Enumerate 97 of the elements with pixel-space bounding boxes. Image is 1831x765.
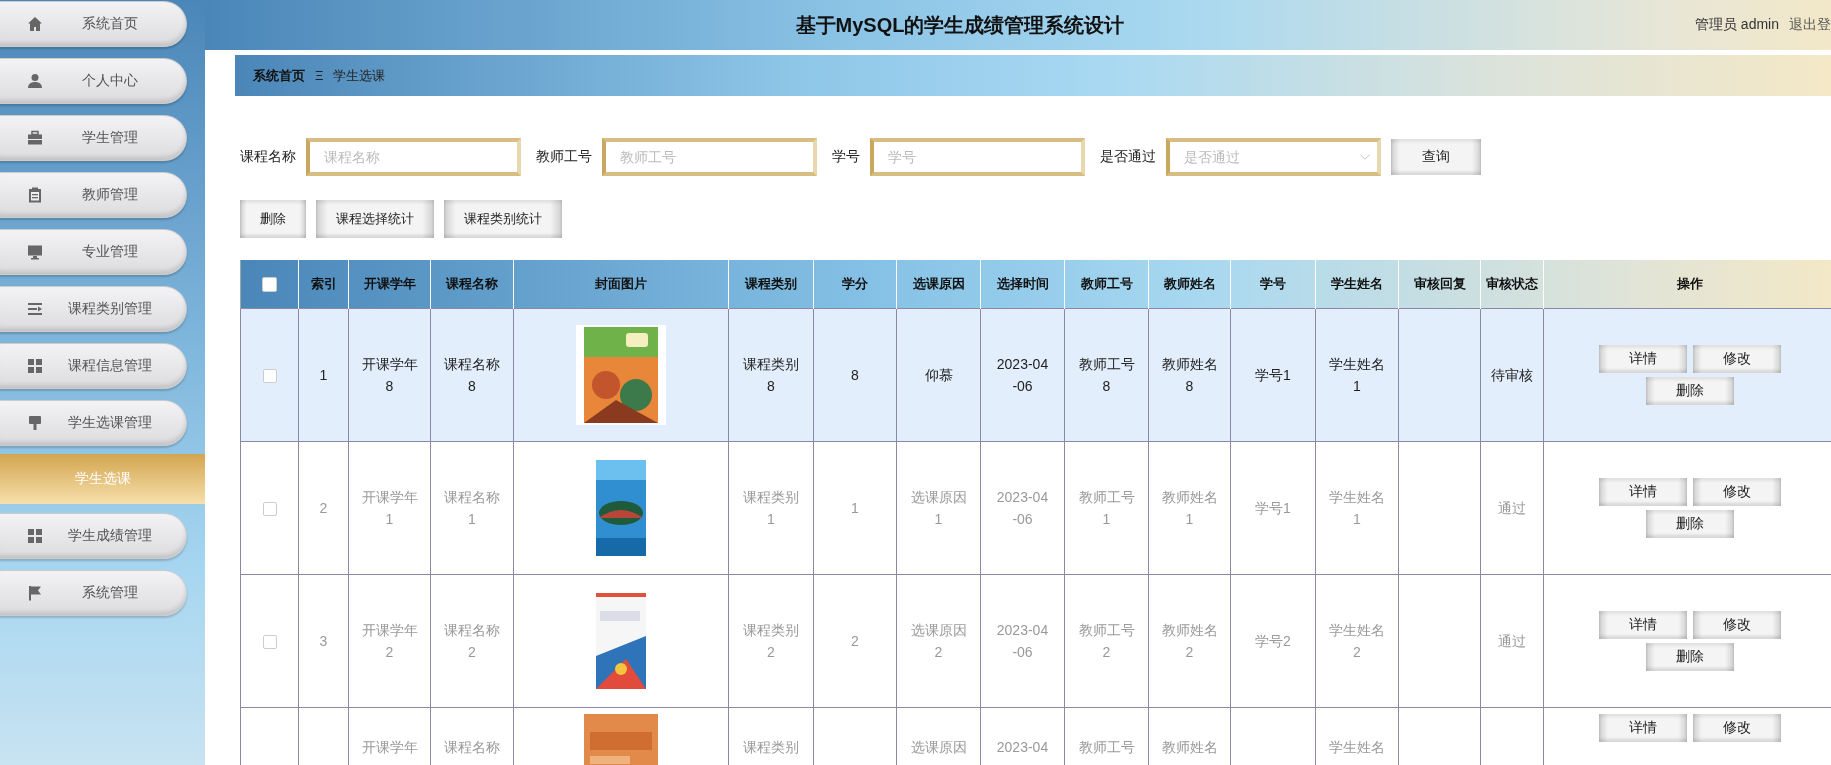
table-cell: 课程类别 1 — [743, 489, 799, 527]
delete-button[interactable]: 删除 — [1646, 643, 1734, 671]
details-button[interactable]: 详情 — [1599, 345, 1687, 373]
sidebar-menu-item[interactable]: 教师管理 — [0, 172, 187, 218]
table-cell: 2023-04 -06 — [996, 489, 1049, 527]
flag-icon — [27, 585, 43, 601]
table-cell: 课程名称 1 — [444, 489, 500, 527]
field-label: 教师工号 — [536, 148, 592, 166]
table-cell: 教师工号 8 — [1078, 356, 1135, 394]
sidebar-menu-item[interactable]: 课程信息管理 — [0, 343, 187, 389]
checkbox[interactable] — [262, 635, 277, 650]
breadcrumb-item[interactable]: 系统首页 — [253, 66, 305, 85]
table-cell: 开课学年 8 — [361, 356, 418, 394]
search-button[interactable]: 查询 — [1391, 139, 1481, 175]
table-cell: 学号2 — [1255, 633, 1291, 649]
table-cell: 教师工号 1 — [1078, 489, 1135, 527]
table-cell: 仰慕 — [924, 367, 953, 383]
clipboard-icon — [27, 187, 43, 203]
table-cell: 8 — [851, 367, 859, 383]
status-text: 通过 — [1498, 633, 1526, 649]
sidebar-menu-item[interactable]: 学生成绩管理 — [0, 513, 187, 559]
table-cell: 课程名称 2 — [444, 622, 500, 660]
sidebar-menu-item[interactable]: 系统首页 — [0, 1, 187, 47]
table-cell: 课程类别 — [743, 739, 799, 755]
sidebar-menu-item[interactable]: 专业管理 — [0, 229, 187, 275]
brush-icon — [27, 415, 43, 431]
sidebar-menu-item[interactable]: 系统管理 — [0, 570, 187, 616]
table-cell: 教师工号 — [1078, 739, 1135, 755]
details-button[interactable]: 详情 — [1599, 714, 1687, 742]
table-cell: 学生姓名 1 — [1329, 356, 1385, 394]
briefcase-icon — [27, 130, 43, 146]
table-cell: 选课原因 — [910, 739, 967, 755]
status-text: 待审核 — [1491, 367, 1533, 383]
status-text: 通过 — [1498, 500, 1526, 516]
select-field[interactable]: 是否通过 — [1166, 138, 1381, 176]
table-cell: 教师姓名 2 — [1161, 622, 1218, 660]
table-cell: 2 — [319, 500, 328, 516]
field-label: 学号 — [832, 148, 860, 166]
table-cell: 课程名称 — [444, 739, 500, 755]
sidebar-menu-item[interactable]: 个人中心 — [0, 58, 187, 104]
edit-button[interactable]: 修改 — [1693, 478, 1781, 506]
checkbox[interactable] — [262, 277, 277, 293]
table-cell: 1 — [851, 500, 859, 516]
table-cell: 选课原因 2 — [910, 622, 967, 660]
table-cell: 开课学年 — [361, 739, 418, 755]
table-cell: 3 — [319, 633, 328, 649]
checkbox[interactable] — [262, 502, 277, 517]
table-cell: 2023-04 — [996, 739, 1049, 755]
table-cell: 学生姓名 1 — [1329, 489, 1385, 527]
edit-button[interactable]: 修改 — [1693, 714, 1781, 742]
grid-icon — [27, 358, 43, 374]
sidebar-menu-item[interactable]: 学生选课管理 — [0, 400, 187, 446]
delete-button[interactable]: 删除 — [240, 200, 306, 238]
table-cell: 1 — [319, 367, 328, 383]
statistics-button[interactable]: 课程类别统计 — [444, 200, 562, 238]
list-icon — [27, 301, 43, 317]
breadcrumb-item: 学生选课 — [333, 66, 386, 85]
details-button[interactable]: 详情 — [1599, 478, 1687, 506]
table-cell: 学生姓名 2 — [1329, 622, 1385, 660]
table-cell: 课程名称 8 — [444, 356, 500, 394]
delete-button[interactable]: 删除 — [1646, 377, 1734, 405]
table-cell: 教师姓名 1 — [1161, 489, 1218, 527]
table-cell: 课程类别 8 — [743, 356, 799, 394]
input-field[interactable]: 教师工号 — [602, 138, 817, 176]
table-cell: 开课学年 2 — [361, 622, 418, 660]
statistics-button[interactable]: 课程选择统计 — [316, 200, 434, 238]
sidebar-menu-item[interactable]: 课程类别管理 — [0, 286, 187, 332]
table-cell: 开课学年 1 — [361, 489, 418, 527]
table-cell: 选课原因 1 — [910, 489, 967, 527]
table-cell: 教师工号 2 — [1078, 622, 1135, 660]
field-label: 课程名称 — [240, 148, 296, 166]
table-cell: 学号1 — [1255, 500, 1291, 516]
table-cell: 教师姓名 — [1161, 739, 1218, 755]
table-cell: 2023-04 -06 — [996, 356, 1049, 394]
edit-button[interactable]: 修改 — [1693, 345, 1781, 373]
user-label: 管理员 admin — [1694, 16, 1779, 34]
app-title: 基于MySQL的学生成绩管理系统设计 — [794, 12, 1126, 38]
checkbox[interactable] — [262, 369, 277, 384]
logout-link[interactable]: 退出登 — [1789, 16, 1831, 34]
table-cell: 2 — [851, 633, 859, 649]
table-cell: 2023-04 -06 — [996, 622, 1049, 660]
details-button[interactable]: 详情 — [1599, 611, 1687, 639]
table-cell: 课程类别 2 — [743, 622, 799, 660]
table-cell: 教师姓名 8 — [1161, 356, 1218, 394]
home-icon — [27, 16, 43, 32]
table-cell: 学生姓名 — [1329, 739, 1385, 755]
sidebar-menu-item[interactable]: 学生管理 — [0, 115, 187, 161]
table-cell: 学号1 — [1255, 367, 1291, 383]
input-field[interactable]: 课程名称 — [306, 138, 521, 176]
grid-icon — [27, 528, 43, 544]
edit-button[interactable]: 修改 — [1693, 611, 1781, 639]
field-label: 是否通过 — [1100, 148, 1156, 166]
input-field[interactable]: 学号 — [870, 138, 1085, 176]
breadcrumb-separator: Ξ — [315, 68, 324, 83]
user-icon — [27, 73, 43, 89]
monitor-icon — [27, 244, 43, 260]
delete-button[interactable]: 删除 — [1646, 510, 1734, 538]
